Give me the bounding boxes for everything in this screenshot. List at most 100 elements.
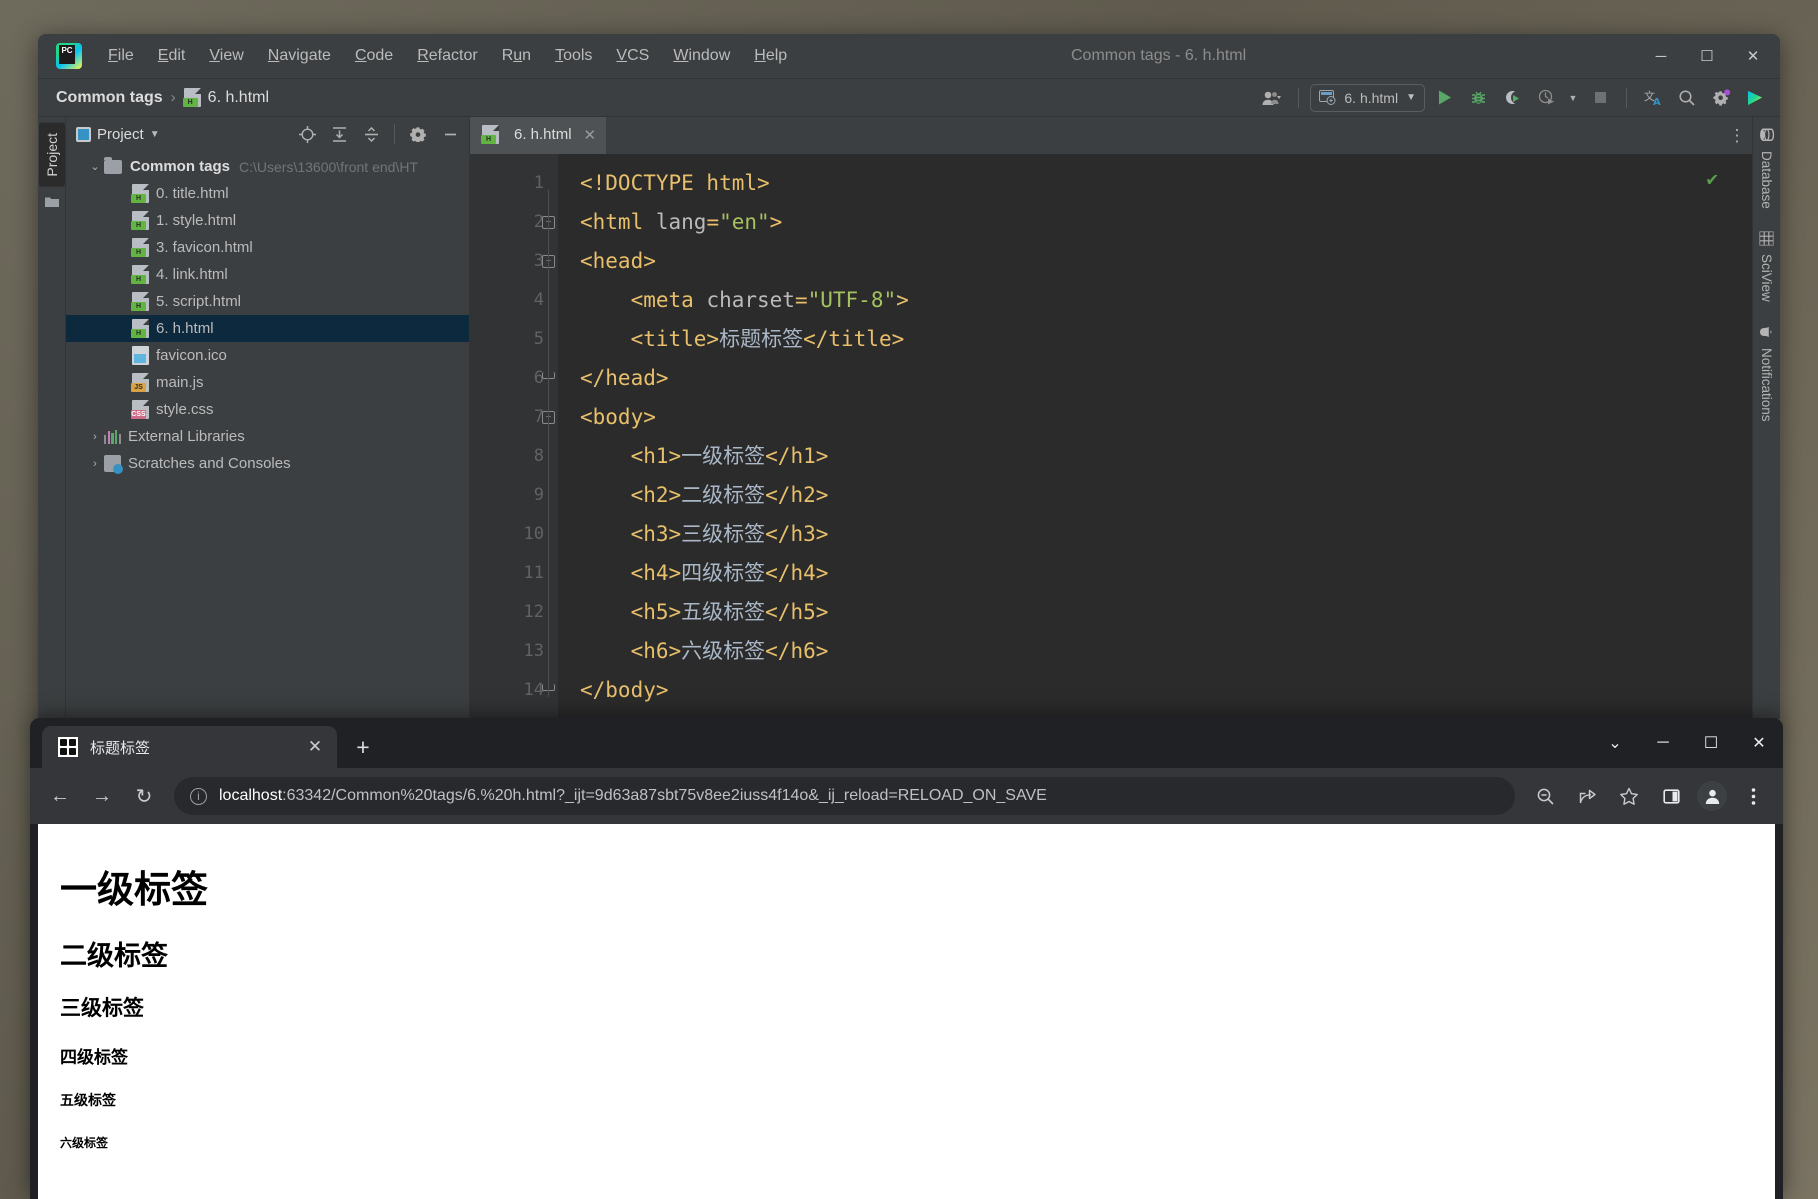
bookmark-star-icon[interactable] xyxy=(1609,776,1649,816)
svg-text:A: A xyxy=(1653,97,1661,107)
chevron-down-icon[interactable]: ▼ xyxy=(150,129,160,140)
code-line[interactable]: <h2>二级标签</h2> xyxy=(580,476,1752,515)
code-text[interactable]: ✔ <!DOCTYPE html> <html lang="en"> <head> … xyxy=(558,154,1752,719)
profile-icon[interactable] xyxy=(1531,84,1561,112)
project-tree[interactable]: ⌄ Common tags C:\Users\13600\front end\HT H… xyxy=(66,151,469,719)
code-line[interactable]: <h6>六级标签</h6> xyxy=(580,632,1752,671)
code-line[interactable]: <h4>四级标签</h4> xyxy=(580,554,1752,593)
debug-icon[interactable] xyxy=(1463,84,1493,112)
new-tab-button[interactable]: + xyxy=(345,729,381,765)
code-line[interactable]: </head> xyxy=(580,359,1752,398)
run-configuration-selector[interactable]: 6. h.html ▼ xyxy=(1310,83,1425,112)
line-number: 3 xyxy=(533,251,544,271)
menu-item-code[interactable]: Code xyxy=(343,43,405,69)
collapse-all-icon[interactable] xyxy=(358,122,384,146)
stop-icon[interactable] xyxy=(1585,84,1615,112)
tree-node-label: style.css xyxy=(156,401,214,418)
code-line[interactable]: <h1>一级标签</h1> xyxy=(580,437,1752,476)
chevron-right-icon[interactable]: › xyxy=(86,431,104,443)
chevron-right-icon[interactable]: › xyxy=(86,458,104,470)
tool-window-button-project[interactable]: Project xyxy=(38,123,65,187)
search-everywhere-icon[interactable] xyxy=(1672,84,1702,112)
menu-item-tools[interactable]: Tools xyxy=(543,43,604,69)
tree-node[interactable]: H 3. favicon.html xyxy=(66,234,469,261)
breadcrumb-file[interactable]: 6. h.html xyxy=(208,89,269,107)
tool-window-label: SciView xyxy=(1759,253,1774,302)
breadcrumb-project[interactable]: Common tags xyxy=(56,89,163,107)
run-icon[interactable] xyxy=(1429,84,1459,112)
close-icon[interactable]: ✕ xyxy=(584,126,597,144)
inspection-status-icon[interactable]: ✔ xyxy=(1707,168,1718,190)
code-line[interactable]: <h5>五级标签</h5> xyxy=(580,593,1752,632)
side-panel-icon[interactable] xyxy=(1651,776,1691,816)
browser-maximize-button[interactable]: ☐ xyxy=(1687,719,1735,767)
tree-node[interactable]: H 5. script.html xyxy=(66,288,469,315)
chevron-down-icon[interactable]: ⌄ xyxy=(86,160,104,173)
address-bar[interactable]: i localhost:63342/Common%20tags/6.%20h.h… xyxy=(174,777,1515,815)
profile-dropdown-icon[interactable]: ▼ xyxy=(1565,84,1581,112)
tool-window-button-database[interactable]: Database xyxy=(1759,123,1775,209)
tree-node-label: 4. link.html xyxy=(156,266,228,283)
menu-item-refactor[interactable]: Refactor xyxy=(405,43,489,69)
code-line[interactable]: <h3>三级标签</h3> xyxy=(580,515,1752,554)
menu-item-file[interactable]: File xyxy=(96,43,146,69)
tree-node[interactable]: › External Libraries xyxy=(66,423,469,450)
chrome-menu-icon[interactable] xyxy=(1733,776,1773,816)
browser-tab[interactable]: 标题标签 ✕ xyxy=(42,726,337,768)
code-line[interactable]: <head> xyxy=(580,242,1752,281)
browser-toolbar: ← → ↻ i localhost:63342/Common%20tags/6.… xyxy=(30,768,1783,824)
line-number-gutter[interactable]: 1 2 3 4 5 6 7 8 9 10 11 12 13 14 xyxy=(470,154,558,719)
tool-window-button-sciview[interactable]: SciView xyxy=(1758,227,1775,302)
folder-icon[interactable] xyxy=(44,195,59,211)
reload-button[interactable]: ↻ xyxy=(124,776,164,816)
browser-close-button[interactable]: ✕ xyxy=(1735,719,1783,767)
html-file-icon: H xyxy=(182,88,201,107)
tree-node[interactable]: › Scratches and Consoles xyxy=(66,450,469,477)
tool-window-button-notifications[interactable]: Notifications xyxy=(1759,320,1774,421)
tree-node[interactable]: CSS style.css xyxy=(66,396,469,423)
locate-icon[interactable] xyxy=(294,122,320,146)
run-with-coverage-icon[interactable] xyxy=(1497,84,1527,112)
tree-node[interactable]: favicon.ico xyxy=(66,342,469,369)
code-line[interactable]: <!DOCTYPE html> xyxy=(580,164,1752,203)
editor-options-icon[interactable]: ⋮ xyxy=(1722,117,1752,154)
translate-icon[interactable]: 文A xyxy=(1638,84,1668,112)
code-line[interactable]: <body> xyxy=(580,398,1752,437)
menu-item-vcs[interactable]: VCS xyxy=(604,43,661,69)
ide-maximize-button[interactable]: ☐ xyxy=(1684,34,1730,78)
tree-node[interactable]: H 0. title.html xyxy=(66,180,469,207)
expand-all-icon[interactable] xyxy=(326,122,352,146)
project-panel-title[interactable]: Project xyxy=(97,126,144,143)
menu-item-edit[interactable]: Edit xyxy=(146,43,198,69)
tab-search-icon[interactable]: ⌄ xyxy=(1591,719,1639,767)
code-editor[interactable]: 1 2 3 4 5 6 7 8 9 10 11 12 13 14 ✔ <!DOCTYPE html> <ht… xyxy=(470,154,1752,719)
code-line[interactable]: </body> xyxy=(580,671,1752,710)
browser-minimize-button[interactable]: ─ xyxy=(1639,719,1687,767)
ide-minimize-button[interactable]: ─ xyxy=(1638,34,1684,78)
settings-icon[interactable] xyxy=(1706,84,1736,112)
code-line[interactable]: <html lang="en"> xyxy=(580,203,1752,242)
code-line[interactable]: <title>标题标签</title> xyxy=(580,320,1752,359)
tree-node[interactable]: JS main.js xyxy=(66,369,469,396)
menu-item-run[interactable]: Run xyxy=(490,43,543,69)
ide-helper-icon[interactable] xyxy=(1740,84,1770,112)
hide-panel-icon[interactable] xyxy=(437,122,463,146)
menu-item-navigate[interactable]: Navigate xyxy=(256,43,343,69)
zoom-out-icon[interactable] xyxy=(1525,776,1565,816)
back-button[interactable]: ← xyxy=(40,776,80,816)
tree-node[interactable]: H 4. link.html xyxy=(66,261,469,288)
forward-button[interactable]: → xyxy=(82,776,122,816)
share-icon[interactable] xyxy=(1567,776,1607,816)
ide-close-button[interactable]: ✕ xyxy=(1730,34,1776,78)
menu-item-view[interactable]: View xyxy=(197,43,255,69)
user-avatar-icon[interactable] xyxy=(1257,84,1287,112)
tree-node[interactable]: H 6. h.html xyxy=(66,315,469,342)
profile-avatar-icon[interactable] xyxy=(1697,781,1727,811)
code-line[interactable]: <meta charset="UTF-8"> xyxy=(580,281,1752,320)
close-icon[interactable]: ✕ xyxy=(303,737,327,757)
tree-node[interactable]: H 1. style.html xyxy=(66,207,469,234)
site-info-icon[interactable]: i xyxy=(190,787,207,805)
editor-tab-h-html[interactable]: H 6. h.html ✕ xyxy=(470,117,607,154)
settings-icon[interactable] xyxy=(405,122,431,146)
tree-node[interactable]: ⌄ Common tags C:\Users\13600\front end\HT xyxy=(66,153,469,180)
